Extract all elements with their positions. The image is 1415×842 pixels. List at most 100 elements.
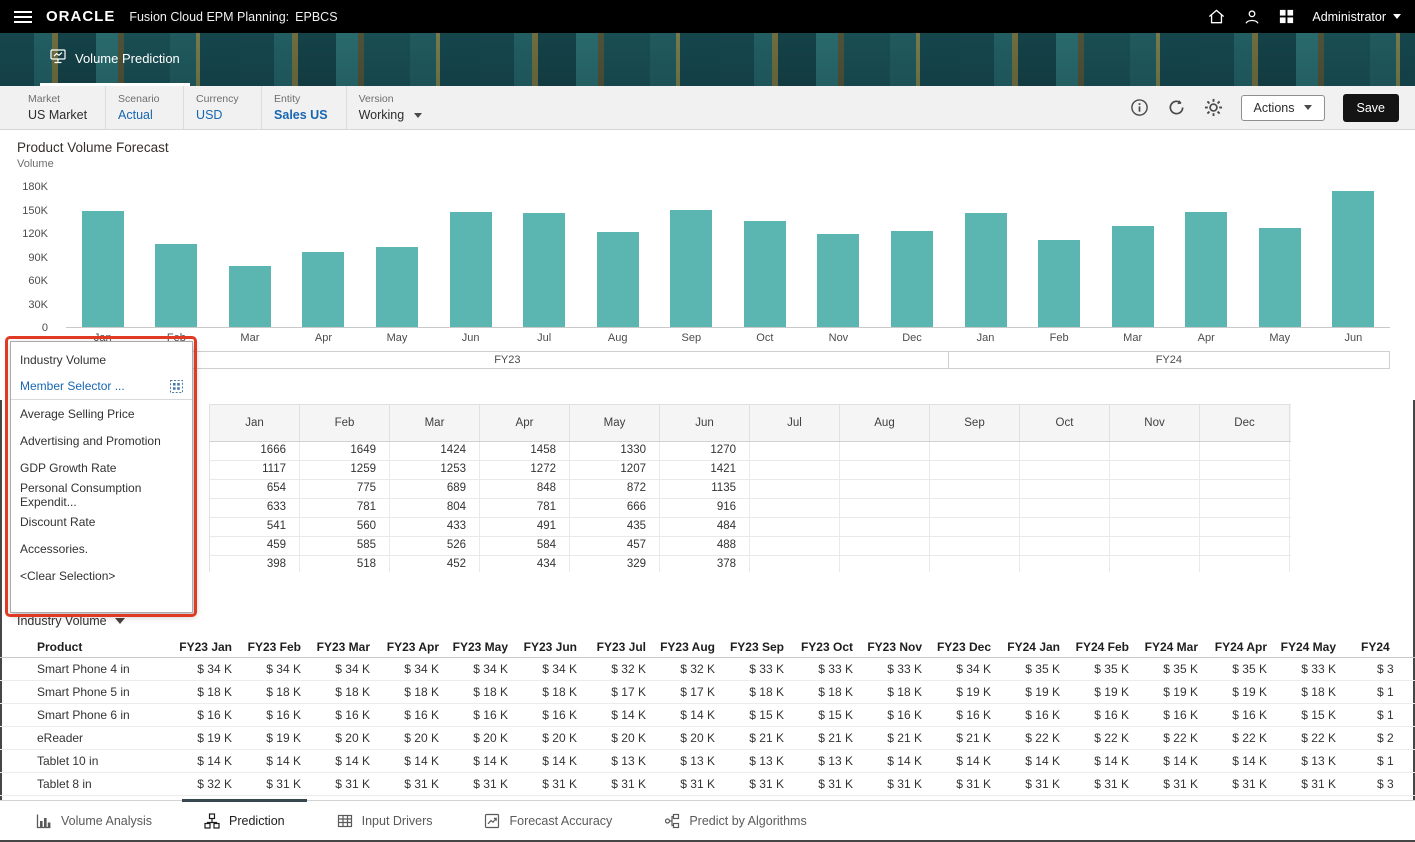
grid-cell[interactable]: 633 xyxy=(210,499,300,517)
info-icon[interactable] xyxy=(1130,98,1149,117)
grid-cell[interactable] xyxy=(840,442,930,460)
grid-cell[interactable] xyxy=(1200,461,1290,479)
grid-cell[interactable] xyxy=(1110,442,1200,460)
grid-cell[interactable]: 484 xyxy=(660,518,750,536)
grid-cell[interactable]: 916 xyxy=(660,499,750,517)
popup-item-member-selector[interactable]: Member Selector ... xyxy=(11,373,192,400)
grid-cell[interactable] xyxy=(1110,499,1200,517)
popup-item-accessories[interactable]: Accessories. xyxy=(11,535,192,562)
bottom-tab-input-drivers[interactable]: Input Drivers xyxy=(311,801,459,840)
grid-cell[interactable] xyxy=(750,499,840,517)
grid-cell[interactable]: 1259 xyxy=(300,461,390,479)
bottom-tab-volume-analysis[interactable]: Volume Analysis xyxy=(10,801,178,840)
grid-cell[interactable]: 398 xyxy=(210,556,300,572)
grid-cell[interactable] xyxy=(840,518,930,536)
actions-button[interactable]: Actions xyxy=(1241,95,1325,121)
tab-volume-prediction[interactable]: Volume Prediction xyxy=(40,33,190,86)
grid-cell[interactable]: 804 xyxy=(390,499,480,517)
grid-cell[interactable] xyxy=(1020,518,1110,536)
grid-cell[interactable]: 457 xyxy=(570,537,660,555)
grid-cell[interactable]: 518 xyxy=(300,556,390,572)
popup-item-personal-consumption-expendit[interactable]: Personal Consumption Expendit... xyxy=(11,481,192,508)
grid-cell[interactable]: 435 xyxy=(570,518,660,536)
grid-cell[interactable]: 666 xyxy=(570,499,660,517)
grid-cell[interactable] xyxy=(750,518,840,536)
grid-cell[interactable]: 488 xyxy=(660,537,750,555)
grid-cell[interactable] xyxy=(840,480,930,498)
bottom-tab-predict-by-algorithms[interactable]: Predict by Algorithms xyxy=(638,801,832,840)
pov-member-us-market[interactable]: US Market xyxy=(28,108,87,122)
grid-cell[interactable] xyxy=(840,556,930,572)
refresh-icon[interactable] xyxy=(1167,98,1186,117)
grid-cell[interactable]: 872 xyxy=(570,480,660,498)
grid-cell[interactable]: 689 xyxy=(390,480,480,498)
user-menu[interactable]: Administrator xyxy=(1312,10,1401,24)
grid-cell[interactable]: 1666 xyxy=(210,442,300,460)
pov-member-working[interactable]: Working xyxy=(359,108,423,122)
popup-item-average-selling-price[interactable]: Average Selling Price xyxy=(11,400,192,427)
grid-cell[interactable]: 1649 xyxy=(300,442,390,460)
grid-cell[interactable]: 781 xyxy=(300,499,390,517)
popup-item-advertising-and-promotion[interactable]: Advertising and Promotion xyxy=(11,427,192,454)
popup-item-clear-selection[interactable]: <Clear Selection> xyxy=(11,562,192,589)
grid-cell[interactable] xyxy=(1200,518,1290,536)
grid-cell[interactable]: 1117 xyxy=(210,461,300,479)
apps-grid-icon[interactable] xyxy=(1278,8,1295,25)
grid-cell[interactable] xyxy=(930,556,1020,572)
grid-cell[interactable]: 526 xyxy=(390,537,480,555)
grid-cell[interactable] xyxy=(1110,480,1200,498)
grid-cell[interactable] xyxy=(1200,442,1290,460)
grid-cell[interactable]: 1207 xyxy=(570,461,660,479)
settings-gear-icon[interactable] xyxy=(1204,98,1223,117)
grid-cell[interactable] xyxy=(840,461,930,479)
grid-cell[interactable]: 560 xyxy=(300,518,390,536)
pov-member-actual[interactable]: Actual xyxy=(118,108,165,122)
grid-cell[interactable] xyxy=(930,442,1020,460)
grid-cell[interactable]: 433 xyxy=(390,518,480,536)
grid-cell[interactable] xyxy=(930,480,1020,498)
grid-cell[interactable] xyxy=(840,537,930,555)
grid-cell[interactable] xyxy=(750,537,840,555)
grid-cell[interactable]: 1270 xyxy=(660,442,750,460)
popup-item-gdp-growth-rate[interactable]: GDP Growth Rate xyxy=(11,454,192,481)
grid-cell[interactable] xyxy=(1020,442,1110,460)
grid-cell[interactable]: 1458 xyxy=(480,442,570,460)
grid-cell[interactable] xyxy=(1200,537,1290,555)
user-icon[interactable] xyxy=(1243,8,1261,26)
grid-cell[interactable]: 1424 xyxy=(390,442,480,460)
grid-cell[interactable]: 541 xyxy=(210,518,300,536)
grid-cell[interactable] xyxy=(750,442,840,460)
grid-cell[interactable] xyxy=(1110,461,1200,479)
grid-cell[interactable] xyxy=(930,518,1020,536)
grid-cell[interactable] xyxy=(1020,480,1110,498)
grid-cell[interactable]: 585 xyxy=(300,537,390,555)
grid-cell[interactable] xyxy=(1020,556,1110,572)
hamburger-menu-icon[interactable] xyxy=(14,11,32,23)
grid-cell[interactable] xyxy=(930,537,1020,555)
grid-cell[interactable] xyxy=(1020,461,1110,479)
grid-cell[interactable] xyxy=(750,556,840,572)
grid-cell[interactable]: 1272 xyxy=(480,461,570,479)
popup-item-discount-rate[interactable]: Discount Rate xyxy=(11,508,192,535)
grid-cell[interactable]: 459 xyxy=(210,537,300,555)
grid-cell[interactable]: 584 xyxy=(480,537,570,555)
grid-cell[interactable]: 329 xyxy=(570,556,660,572)
grid-cell[interactable] xyxy=(1200,480,1290,498)
grid-cell[interactable] xyxy=(1110,518,1200,536)
grid-cell[interactable]: 1135 xyxy=(660,480,750,498)
grid-cell[interactable] xyxy=(930,499,1020,517)
grid-cell[interactable] xyxy=(930,461,1020,479)
grid-cell[interactable]: 1253 xyxy=(390,461,480,479)
grid-cell[interactable] xyxy=(1200,556,1290,572)
save-button[interactable]: Save xyxy=(1343,94,1400,122)
bottom-tab-prediction[interactable]: Prediction xyxy=(178,801,311,840)
grid-cell[interactable]: 378 xyxy=(660,556,750,572)
driver-dropdown[interactable]: Industry Volume xyxy=(17,614,125,628)
grid-cell[interactable] xyxy=(840,499,930,517)
grid-cell[interactable]: 781 xyxy=(480,499,570,517)
pov-member-sales-us[interactable]: Sales US xyxy=(274,108,328,122)
grid-cell[interactable] xyxy=(1200,499,1290,517)
grid-cell[interactable] xyxy=(750,461,840,479)
home-icon[interactable] xyxy=(1207,7,1226,26)
grid-cell[interactable] xyxy=(1020,499,1110,517)
